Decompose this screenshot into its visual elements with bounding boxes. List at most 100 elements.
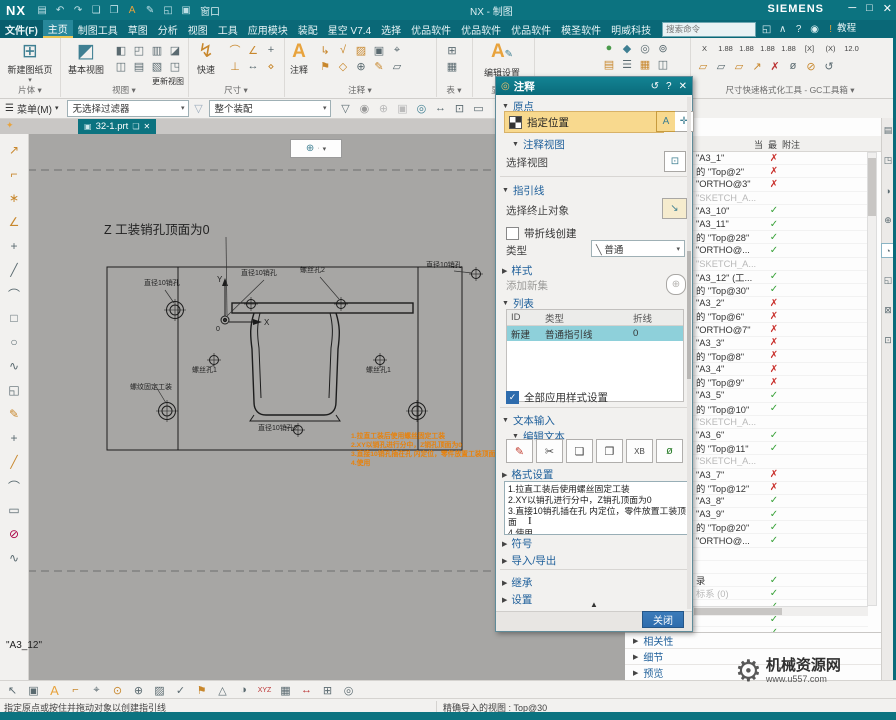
empty-table-row[interactable] <box>507 356 683 371</box>
gc-icon[interactable]: ↗ <box>748 58 766 74</box>
dimension-icon[interactable]: ↔ <box>244 58 262 74</box>
annotation-icon[interactable]: √ <box>334 42 352 58</box>
menu-tab-装配[interactable]: 装配 <box>293 20 323 38</box>
spline-tool-icon[interactable]: ∿ <box>3 354 25 378</box>
nav-row[interactable]: "A3_8"✓ <box>692 495 868 508</box>
angle-tool-icon[interactable]: ∠ <box>3 210 25 234</box>
section-leader[interactable]: ▼指引线 <box>502 183 544 198</box>
nav-row[interactable]: "ORTHO@7"✗ <box>692 323 868 336</box>
filter-icon[interactable]: ▽ <box>189 100 207 116</box>
ribbon-icon[interactable]: ◫ <box>654 56 672 72</box>
gc-icon[interactable]: ø <box>784 58 802 74</box>
nav-row[interactable]: "A3_10"✓ <box>692 205 868 218</box>
section-inherit[interactable]: ▶继承 <box>502 575 532 590</box>
star-tool-icon[interactable]: ∗ <box>3 186 25 210</box>
menu-tab-分析[interactable]: 分析 <box>153 20 183 38</box>
menu-tab-草图[interactable]: 草图 <box>123 20 153 38</box>
dimension-icon[interactable]: ∠ <box>244 42 262 58</box>
text-a-icon[interactable]: A <box>44 682 65 698</box>
ribbon-icon[interactable]: ◎ <box>636 40 654 56</box>
navigator-hscrollbar[interactable] <box>692 606 868 616</box>
pan-icon[interactable]: ↔ <box>431 100 449 116</box>
filter-icon[interactable]: ▽ <box>336 100 354 116</box>
window-menu[interactable]: 窗口 <box>200 3 220 18</box>
dialog-close-icon[interactable]: ✕ <box>679 81 687 92</box>
edit-settings-button[interactable]: A✎ 编辑设置 <box>476 41 528 79</box>
annotation-icon[interactable]: ◇ <box>334 58 352 74</box>
apply-all-checkbox[interactable]: ✓ <box>506 391 519 404</box>
dialog-reset-icon[interactable]: ↺ <box>651 81 659 92</box>
help-icon[interactable]: ? <box>792 23 805 36</box>
annotation-icon[interactable]: ⊕ <box>352 58 370 74</box>
close-tab-icon[interactable]: ✕ <box>143 122 150 131</box>
copy-icon[interactable]: ❏ <box>88 3 104 17</box>
ribbon-icon[interactable]: ⊚ <box>654 40 672 56</box>
annotation-icon[interactable]: ⌖ <box>388 42 406 58</box>
tutorial-label[interactable]: 教程 <box>837 20 856 38</box>
menu-tab-优品软件[interactable]: 优品软件 <box>456 20 506 38</box>
curve-tool-icon[interactable]: ∿ <box>3 546 25 570</box>
nav-row[interactable]: 的 "Top@8"✗ <box>692 350 868 363</box>
nav-row[interactable]: "A3_9"✓ <box>692 508 868 521</box>
nav-row[interactable]: 的 "Top@2"✗ <box>692 165 868 178</box>
nav-row[interactable]: "SKETCH_A... <box>692 192 868 205</box>
edit-icon[interactable]: ✎ <box>142 3 158 17</box>
table-plus-icon[interactable]: ⊞ <box>317 682 338 698</box>
nav-row[interactable]: "A3_6"✓ <box>692 429 868 442</box>
gc-icon[interactable]: ✗ <box>766 58 784 74</box>
surface-finish-icon[interactable]: ✓ <box>170 682 191 698</box>
dialog-close-button[interactable]: 关闭 <box>642 611 684 628</box>
section-style[interactable]: ▶样式 <box>502 263 532 278</box>
nav-row[interactable]: "A3_4"✗ <box>692 363 868 376</box>
nav-row[interactable]: 的 "Top@10"✓ <box>692 403 868 416</box>
table-icon[interactable]: ▦ <box>443 58 461 74</box>
segment-tool-icon[interactable]: ╱ <box>3 450 25 474</box>
ribbon-icon[interactable]: ◆ <box>618 40 636 56</box>
group-label-view[interactable]: 视图 ▾ <box>60 84 188 96</box>
gc-icon[interactable]: ▱ <box>730 58 748 74</box>
fullscreen-icon[interactable]: ◱ <box>760 23 773 36</box>
nav-row[interactable]: 的 "Top@9"✗ <box>692 376 868 389</box>
selection-filter-dropdown[interactable]: 无选择过滤器▾ <box>67 100 189 117</box>
zoom-icon[interactable]: ◎ <box>412 100 430 116</box>
plus-tool-icon[interactable]: + <box>3 234 25 258</box>
grid-icon[interactable]: ▦ <box>275 682 296 698</box>
nav-row[interactable]: "A3_5"✓ <box>692 389 868 402</box>
pencil-tool-icon[interactable]: ✎ <box>3 402 25 426</box>
clear-format-icon[interactable]: XB <box>626 439 653 463</box>
measure-icon[interactable]: ↔ <box>296 682 317 698</box>
polyline-checkbox-row[interactable]: 带折线创建 <box>506 226 577 241</box>
menu-tab-优品软件[interactable]: 优品软件 <box>506 20 556 38</box>
menu-tab-模圣软件[interactable]: 模圣软件 <box>556 20 606 38</box>
nav-row[interactable]: 的 "Top@11"✓ <box>692 442 868 455</box>
cut-icon[interactable]: ✂ <box>536 439 563 463</box>
polyline-checkbox[interactable] <box>506 227 519 240</box>
section-format[interactable]: ▶格式设置 <box>502 467 553 482</box>
group-label-table[interactable]: 表 ▾ <box>436 84 472 96</box>
menu-tab-应用模块[interactable]: 应用模块 <box>243 20 293 38</box>
nav-row[interactable]: "A3_2"✗ <box>692 297 868 310</box>
nav-row[interactable]: 的 "Top@28"✓ <box>692 231 868 244</box>
view-icon[interactable]: ◧ <box>112 42 130 58</box>
maximize-button[interactable]: □ <box>866 2 873 15</box>
gc-icon[interactable]: 1.88 <box>757 40 778 56</box>
paste-icon[interactable]: ❐ <box>596 439 623 463</box>
ribbon-icon[interactable]: ▤ <box>600 56 618 72</box>
menu-tab-明威科技[interactable]: 明威科技 <box>606 20 656 38</box>
profile-tool-icon[interactable]: ◱ <box>3 378 25 402</box>
minimize-ribbon-icon[interactable]: ∧ <box>776 23 789 36</box>
group-label-dimension[interactable]: 尺寸 ▾ <box>188 84 284 96</box>
gc-icon[interactable]: X <box>694 40 715 56</box>
wireframe-icon[interactable]: ▭ <box>469 100 487 116</box>
nav-row[interactable] <box>692 548 868 561</box>
gc-icon[interactable]: ⊘ <box>802 58 820 74</box>
nav-row[interactable] <box>692 561 868 574</box>
dialog-collapse-arrow[interactable]: ▲ <box>496 600 692 609</box>
leader-tool-icon[interactable]: ↗ <box>3 138 25 162</box>
copy-icon[interactable]: ❏ <box>566 439 593 463</box>
cursor-position-button[interactable]: ✛ <box>675 111 694 132</box>
leader-table-row[interactable]: 新建普通指引线0 <box>507 326 683 341</box>
flag-icon[interactable]: ⚑ <box>191 682 212 698</box>
inspect-icon[interactable]: ⊙ <box>107 682 128 698</box>
section-annotation-view[interactable]: ▼注释视图 <box>512 137 565 152</box>
